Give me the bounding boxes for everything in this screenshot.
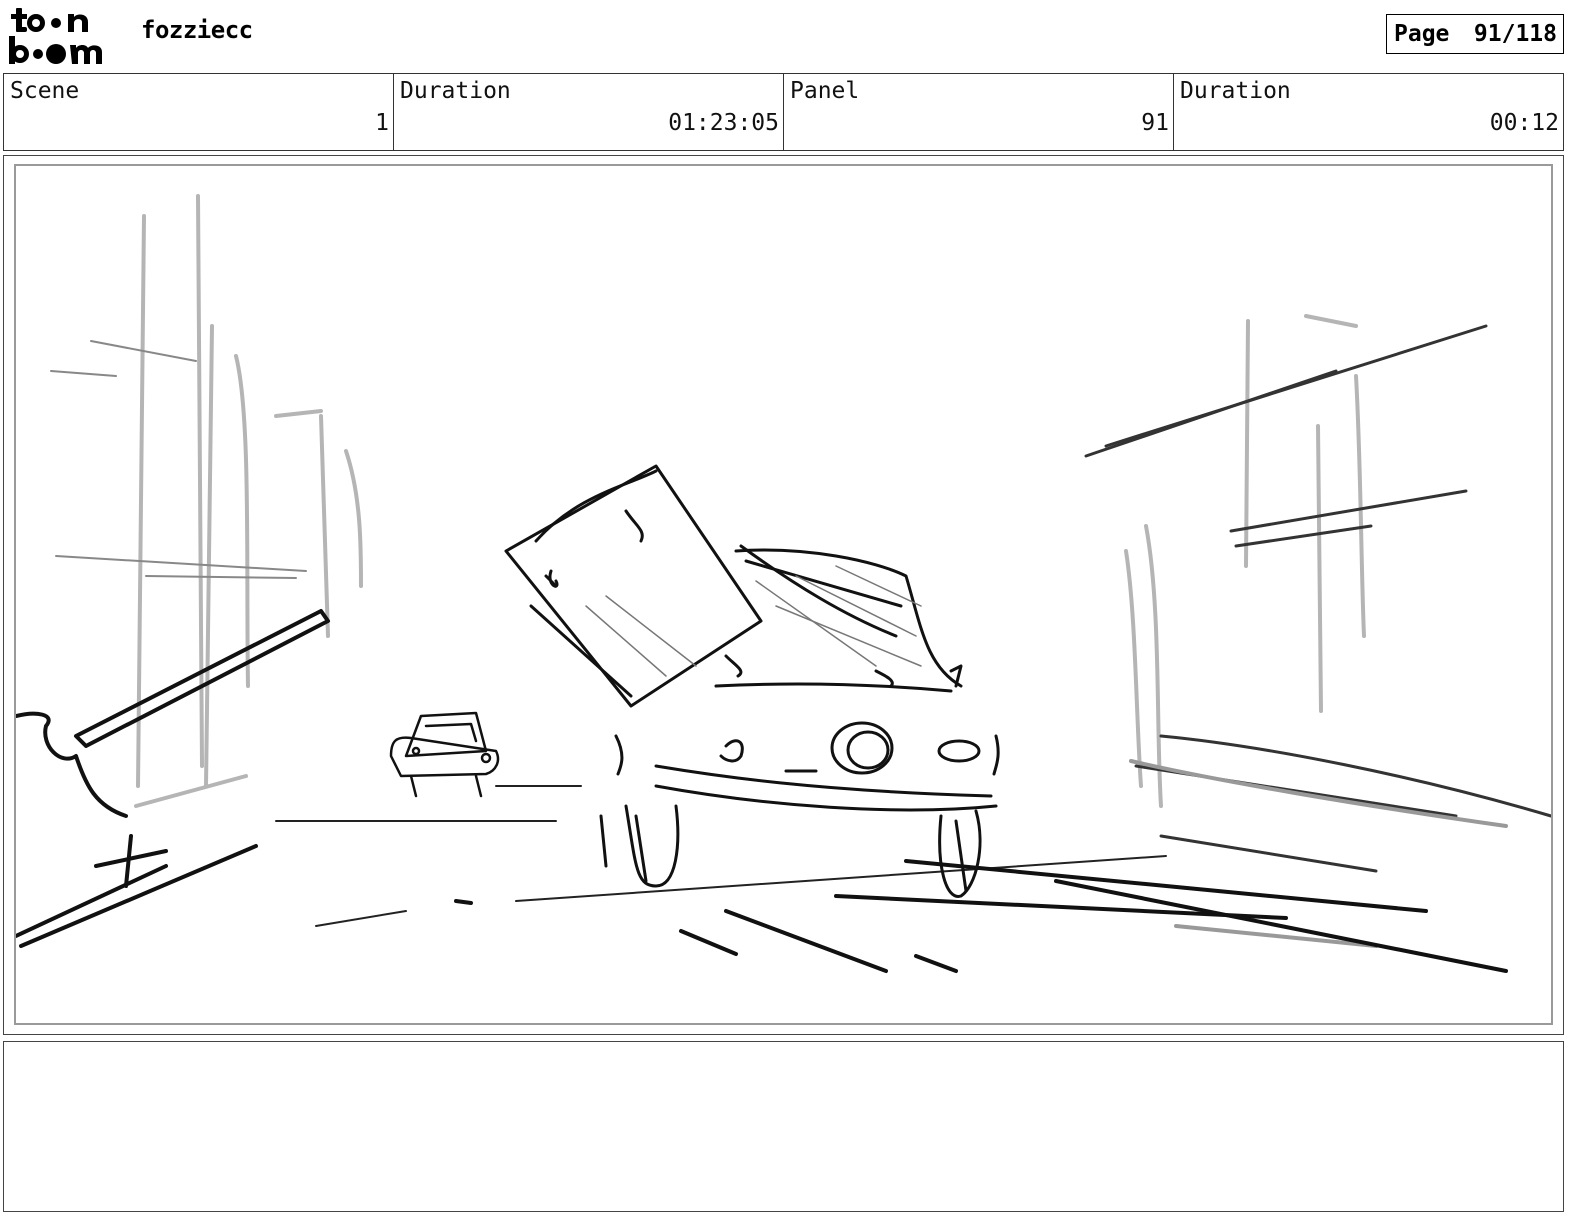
panel-label: Panel bbox=[790, 78, 860, 104]
page-indicator: Page 91/118 bbox=[1386, 14, 1564, 54]
left-foreground-sketch bbox=[16, 609, 330, 948]
panel-duration-value: 00:12 bbox=[1489, 110, 1559, 136]
panel-duration-label: Duration bbox=[1180, 78, 1291, 104]
project-name: fozziecc bbox=[141, 16, 253, 44]
main-car-sketch bbox=[504, 464, 1000, 898]
page-label: Page bbox=[1394, 21, 1450, 47]
toonboom-logo bbox=[9, 8, 102, 64]
scene-label: Scene bbox=[10, 78, 80, 104]
left-building-sketch bbox=[134, 194, 363, 808]
storyboard-sketch bbox=[16, 194, 1551, 973]
distant-car-sketch bbox=[389, 711, 500, 798]
scene-duration-value: 01:23:05 bbox=[668, 110, 779, 136]
left-building-lines bbox=[50, 340, 307, 579]
right-building-sketch bbox=[1124, 314, 1366, 808]
scene-duration-cell: Duration 01:23:05 bbox=[394, 74, 784, 150]
storyboard-panel bbox=[14, 164, 1553, 1025]
page-number: 91/118 bbox=[1473, 21, 1557, 47]
panel-notes-box bbox=[3, 1041, 1564, 1212]
scene-duration-label: Duration bbox=[400, 78, 511, 104]
main-car-hatching bbox=[585, 565, 922, 677]
storyboard-panel-frame bbox=[3, 155, 1564, 1035]
panel-duration-cell: Duration 00:12 bbox=[1174, 74, 1563, 150]
panel-info-row: Scene 1 Duration 01:23:05 Panel 91 Durat… bbox=[3, 73, 1564, 151]
scene-value: 1 bbox=[375, 110, 389, 136]
road-streaks bbox=[454, 859, 1508, 973]
panel-value: 91 bbox=[1141, 110, 1169, 136]
panel-cell: Panel 91 bbox=[784, 74, 1174, 150]
scene-cell: Scene 1 bbox=[4, 74, 394, 150]
